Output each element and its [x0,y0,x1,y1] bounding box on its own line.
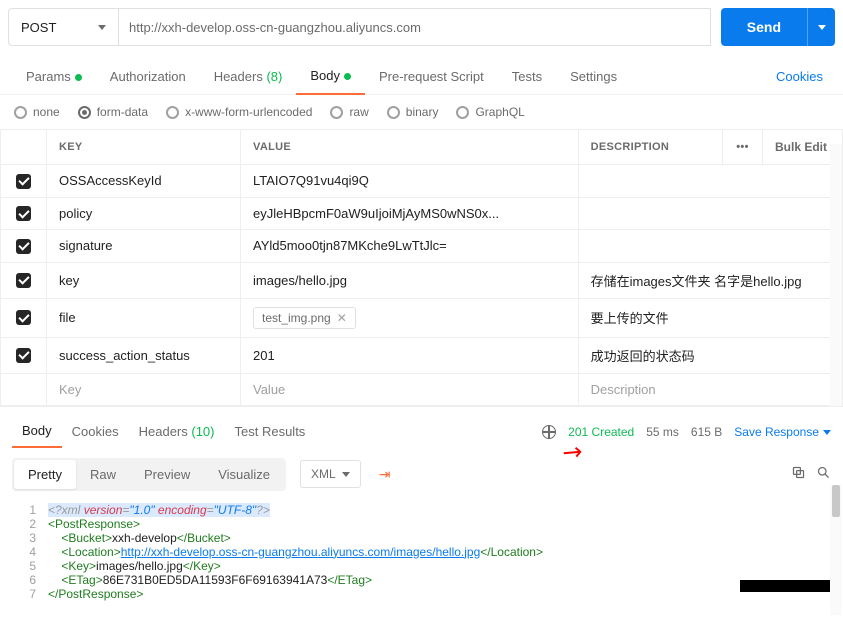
response-time: 55 ms [646,425,679,439]
file-chip[interactable]: test_img.png ✕ [253,307,356,329]
form-data-table: KEY VALUE DESCRIPTION ••• Bulk Edit OSSA… [0,129,843,406]
row-checkbox[interactable] [16,239,31,254]
cell-key[interactable]: policy [47,197,241,230]
chevron-down-icon [98,25,106,30]
response-size: 615 B [691,425,722,439]
response-body[interactable]: 1<?xml version="1.0" encoding="UTF-8"?> … [0,501,843,603]
cookies-link[interactable]: Cookies [768,63,831,94]
cell-key[interactable]: success_action_status [47,337,241,373]
scrollbar-track[interactable] [830,485,842,615]
format-select[interactable]: XML [300,460,361,488]
table-row: OSSAccessKeyIdLTAIO7Q91vu4qi9Q [1,165,843,198]
row-checkbox[interactable] [16,206,31,221]
table-row-placeholder[interactable]: KeyValueDescription [1,373,843,405]
col-desc: DESCRIPTION [578,130,722,165]
tab-headers[interactable]: Headers (8) [200,63,297,94]
wrap-lines-button[interactable]: ⇥ [371,460,399,489]
response-view-bar: Pretty Raw Preview Visualize XML ⇥ [0,448,843,501]
search-icon[interactable] [816,465,831,483]
cell-key[interactable]: key [47,262,241,298]
row-checkbox[interactable] [16,174,31,189]
chevron-down-icon [818,25,826,30]
col-key: KEY [47,130,241,165]
view-preview[interactable]: Preview [130,460,204,489]
request-bar: POST Send [0,0,843,54]
cell-desc[interactable] [578,165,842,198]
resp-tab-body[interactable]: Body [12,417,62,448]
view-pretty[interactable]: Pretty [14,460,76,489]
body-type-x-www[interactable]: x-www-form-urlencoded [166,105,312,119]
cell-desc[interactable] [578,230,842,263]
body-type-row: none form-data x-www-form-urlencoded raw… [0,95,843,129]
cell-desc[interactable]: 成功返回的状态码 [578,337,842,373]
remove-file-icon[interactable]: ✕ [337,311,347,325]
resp-tab-testresults[interactable]: Test Results [225,418,316,447]
redaction-bar [740,580,834,592]
table-row: keyimages/hello.jpg存储在images文件夹 名字是hello… [1,262,843,298]
cell-value[interactable]: test_img.png ✕ [241,298,579,337]
globe-icon[interactable] [542,425,556,439]
row-checkbox[interactable] [16,310,31,325]
cell-desc[interactable]: 存储在images文件夹 名字是hello.jpg [578,262,842,298]
body-type-raw[interactable]: raw [330,105,368,119]
copy-icon[interactable] [791,465,806,483]
body-type-binary[interactable]: binary [387,105,439,119]
url-input[interactable] [118,8,711,46]
row-checkbox[interactable] [16,273,31,288]
view-raw[interactable]: Raw [76,460,130,489]
table-row: signatureAYld5moo0tjn87MKche9LwTtJlc= [1,230,843,263]
send-button[interactable]: Send [721,8,807,46]
cell-key[interactable]: file [47,298,241,337]
request-tabs: Params Authorization Headers (8) Body Pr… [0,54,843,95]
tab-params[interactable]: Params [12,63,96,94]
cell-value[interactable]: eyJleHBpcmF0aW9uIjoiMjAyMS0wNS0x... [241,197,579,230]
row-checkbox[interactable] [16,348,31,363]
method-label: POST [21,20,56,35]
view-visualize[interactable]: Visualize [204,460,284,489]
cell-value[interactable]: AYld5moo0tjn87MKche9LwTtJlc= [241,230,579,263]
send-more-button[interactable] [807,8,835,46]
tab-settings[interactable]: Settings [556,63,631,94]
cell-desc[interactable]: 要上传的文件 [578,298,842,337]
table-row: policyeyJleHBpcmF0aW9uIjoiMjAyMS0wNS0x..… [1,197,843,230]
cell-key[interactable]: OSSAccessKeyId [47,165,241,198]
response-tabs: Body Cookies Headers (10) Test Results 2… [0,406,843,448]
cell-desc[interactable] [578,197,842,230]
tab-authorization[interactable]: Authorization [96,63,200,94]
status-code: 201 Created [568,425,634,439]
col-more-button[interactable]: ••• [723,130,763,165]
table-row: success_action_status201成功返回的状态码 [1,337,843,373]
view-btn-group: Pretty Raw Preview Visualize [12,458,286,491]
body-type-none[interactable]: none [14,105,60,119]
scrollbar-track[interactable] [830,144,842,406]
table-row: file test_img.png ✕ 要上传的文件 [1,298,843,337]
tab-prerequest[interactable]: Pre-request Script [365,63,498,94]
value-placeholder: Value [241,373,579,405]
cell-value[interactable]: 201 [241,337,579,373]
col-checkbox [1,130,47,165]
resp-tab-cookies[interactable]: Cookies [62,418,129,447]
cell-value[interactable]: LTAIO7Q91vu4qi9Q [241,165,579,198]
cell-key[interactable]: signature [47,230,241,263]
tab-body[interactable]: Body [296,62,365,95]
resp-tab-headers[interactable]: Headers (10) [129,418,225,447]
col-value: VALUE [241,130,579,165]
desc-placeholder: Description [578,373,842,405]
tab-tests[interactable]: Tests [498,63,556,94]
body-type-graphql[interactable]: GraphQL [456,105,524,119]
save-response-button[interactable]: Save Response [734,425,831,439]
body-type-form-data[interactable]: form-data [78,105,148,119]
method-select[interactable]: POST [8,8,118,46]
key-placeholder: Key [47,373,241,405]
cell-value[interactable]: images/hello.jpg [241,262,579,298]
